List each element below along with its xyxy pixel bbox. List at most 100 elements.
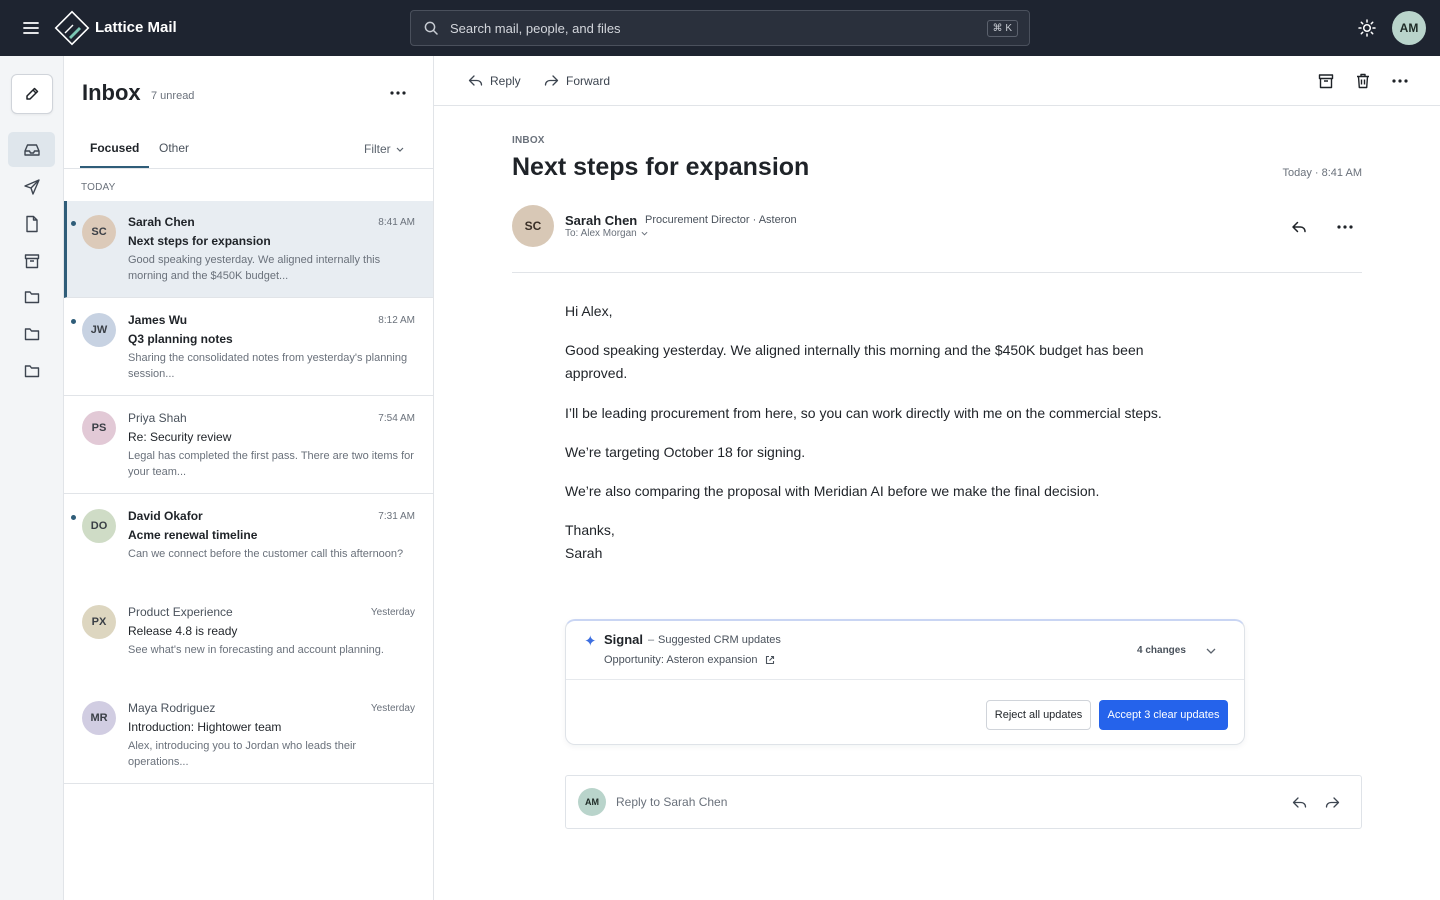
more-icon[interactable] <box>384 82 412 104</box>
sender-name[interactable]: Sarah Chen <box>565 213 637 228</box>
inbox-icon <box>23 142 41 158</box>
message-list-pane: Inbox 7 unread Focused Other Filter TODA… <box>64 56 434 900</box>
forward-icon[interactable] <box>1320 792 1344 814</box>
message-time: 7:31 AM <box>378 511 415 522</box>
chevron-down-icon <box>396 147 404 152</box>
reply-input[interactable] <box>616 776 1216 828</box>
message-sender: Sarah Chen <box>128 215 195 229</box>
forward-button[interactable]: Forward <box>544 70 610 92</box>
reply-label: Reply <box>490 74 521 88</box>
email-body-paragraph: We’re targeting October 18 for signing. <box>565 444 806 460</box>
message-preview: Sharing the consolidated notes from yest… <box>128 352 408 380</box>
chevron-down-icon[interactable] <box>1200 641 1222 661</box>
email-subject: Next steps for expansion <box>512 153 810 181</box>
list-item[interactable]: PX Product Experience Yesterday Release … <box>64 591 433 688</box>
compose-button[interactable] <box>11 74 53 114</box>
unread-count: 7 unread <box>151 90 195 102</box>
search-bar[interactable]: ⌘ K <box>410 10 1030 46</box>
sun-icon[interactable] <box>1355 16 1379 40</box>
send-icon <box>23 178 41 196</box>
reject-updates-button[interactable]: Reject all updates <box>986 700 1091 730</box>
signal-card: ✦ Signal – Suggested CRM updates Opportu… <box>565 619 1245 745</box>
email-body-signoff: Thanks, <box>565 522 615 538</box>
email-body-signature: Sarah <box>565 545 603 561</box>
rail-item-folder-1[interactable] <box>8 279 55 314</box>
rail-item-inbox[interactable] <box>8 132 55 167</box>
tab-other[interactable]: Other <box>149 132 199 168</box>
sender-role: Procurement Director · Asteron <box>645 214 797 226</box>
message-time: 8:41 AM <box>378 217 415 228</box>
avatar: SC <box>82 215 116 249</box>
message-preview: Good speaking yesterday. We aligned inte… <box>128 254 381 282</box>
sender-avatar: SC <box>512 205 554 247</box>
unread-dot <box>71 319 76 324</box>
folder-icon <box>24 364 40 378</box>
rail-item-sent[interactable] <box>8 169 55 204</box>
email-body-paragraph: I’ll be leading procurement from here, s… <box>565 405 1162 421</box>
unread-dot <box>71 221 76 226</box>
reply-button[interactable]: Reply <box>468 70 521 92</box>
avatar: PS <box>82 411 116 445</box>
list-item[interactable]: DO David Okafor 7:31 AM Acme renewal tim… <box>64 495 433 592</box>
folder-icon <box>24 327 40 341</box>
message-subject: Acme renewal timeline <box>128 528 258 542</box>
opportunity-label: Opportunity: Asteron expansion <box>604 654 758 666</box>
trash-icon[interactable] <box>1351 70 1375 92</box>
avatar: JW <box>82 313 116 347</box>
rail-item-drafts[interactable] <box>8 206 55 241</box>
avatar: MR <box>82 701 116 735</box>
app-title: Lattice Mail <box>95 19 177 36</box>
message-subject: Introduction: Hightower team <box>128 720 282 734</box>
forward-icon <box>544 75 559 87</box>
message-subject: Q3 planning notes <box>128 332 233 346</box>
menu-icon[interactable] <box>18 16 44 40</box>
more-icon[interactable] <box>1332 216 1358 238</box>
message-sender: Priya Shah <box>128 411 187 425</box>
list-item[interactable]: JW James Wu 8:12 AM Q3 planning notes Sh… <box>64 299 433 396</box>
recipient-toggle[interactable]: To: Alex Morgan <box>565 228 648 239</box>
archive-icon[interactable] <box>1314 70 1338 92</box>
external-link-icon <box>765 655 775 665</box>
email-body-paragraph: We’re also comparing the proposal with M… <box>565 483 1100 499</box>
message-subject: Release 4.8 is ready <box>128 624 238 638</box>
folder-icon <box>24 290 40 304</box>
message-preview: Legal has completed the first pass. Ther… <box>128 450 414 478</box>
message-sender: Maya Rodriguez <box>128 701 216 715</box>
top-bar: Lattice Mail ⌘ K AM <box>0 0 1440 56</box>
message-subject: Re: Security review <box>128 430 232 444</box>
email-date: Today · 8:41 AM <box>1282 167 1363 179</box>
reply-icon <box>468 75 483 87</box>
message-time: 7:54 AM <box>378 413 415 424</box>
signal-separator: – <box>648 634 655 646</box>
avatar: PX <box>82 605 116 639</box>
list-item[interactable]: PS Priya Shah 7:54 AM Re: Security revie… <box>64 397 433 494</box>
list-item[interactable]: SC Sarah Chen 8:41 AM Next steps for exp… <box>64 201 433 298</box>
reply-icon[interactable] <box>1287 792 1311 814</box>
message-subject: Next steps for expansion <box>128 234 271 248</box>
reply-icon[interactable] <box>1286 216 1312 238</box>
quick-reply-box[interactable]: AM <box>565 775 1362 829</box>
rail-item-folder-2[interactable] <box>8 316 55 351</box>
more-icon[interactable] <box>1388 70 1412 92</box>
rail-item-archive[interactable] <box>8 243 55 278</box>
message-sender: James Wu <box>128 313 188 327</box>
user-avatar[interactable]: AM <box>1392 11 1426 45</box>
message-preview: See what's new in forecasting and accoun… <box>128 644 384 656</box>
chevron-down-icon <box>641 231 648 236</box>
list-item[interactable]: MR Maya Rodriguez Yesterday Introduction… <box>64 687 433 784</box>
signal-title: Signal <box>604 632 644 647</box>
forward-label: Forward <box>566 74 611 88</box>
nav-rail <box>0 56 64 900</box>
tab-focused[interactable]: Focused <box>80 132 150 168</box>
unread-dot <box>71 515 76 520</box>
message-sender: David Okafor <box>128 509 203 523</box>
email-body-paragraph: Good speaking yesterday. We aligned inte… <box>565 342 1144 381</box>
email-folder-label: INBOX <box>512 135 545 146</box>
rail-item-folder-3[interactable] <box>8 353 55 388</box>
folder-title: Inbox <box>82 80 141 105</box>
filter-button[interactable]: Filter <box>364 142 404 156</box>
search-input[interactable] <box>450 11 980 45</box>
accept-updates-button[interactable]: Accept 3 clear updates <box>1099 700 1228 730</box>
opportunity-link[interactable]: Opportunity: Asteron expansion <box>604 654 775 666</box>
avatar: AM <box>578 788 606 816</box>
